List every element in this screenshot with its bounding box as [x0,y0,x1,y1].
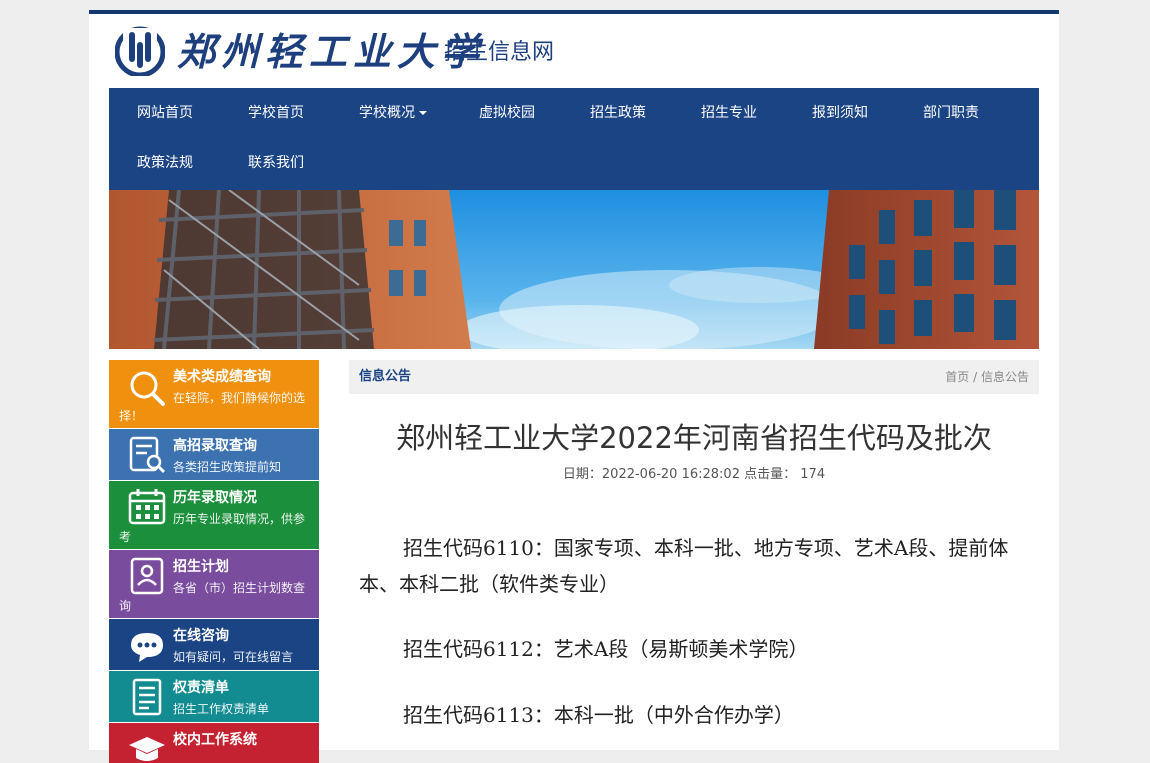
hit-count: 174 [800,467,826,482]
sidebar-item-title: 美术类成绩查询 [173,369,271,385]
sidebar-item-historical-admission[interactable]: 历年录取情况 历年专业录取情况，供参考 [109,481,319,549]
sidebar-item-desc: 如有疑问，可在线留言 [173,650,294,664]
sidebar-item-title: 校内工作系统 [173,732,257,748]
sidebar-item-desc: 历年专业录取情况，供参考 [119,512,306,544]
nav-item-school-overview[interactable]: 学校概况 [359,88,427,138]
nav-item-registration-notice[interactable]: 报到须知 [812,88,868,138]
site-subtitle: 招生信息网 [444,40,555,65]
page-container: 郑州轻工业大学 招生信息网 网站首页 学校首页 学校概况 虚拟校园 招生政策 招… [89,10,1059,763]
sidebar-item-responsibility-list[interactable]: 权责清单 招生工作权责清单 [109,671,319,722]
nav-item-policies-regulations[interactable]: 政策法规 [137,138,193,188]
chat-icon [131,633,163,662]
nav-item-virtual-campus[interactable]: 虚拟校园 [479,88,535,138]
graduation-cap-icon [129,737,165,761]
sidebar-item-admission-result-query[interactable]: 高招录取查询 各类招生政策提前知 [109,429,319,480]
breadcrumb-home-link[interactable]: 首页 [945,370,969,384]
list-icon [132,678,162,716]
hits-label: 点击量： [744,467,797,482]
sidebar-item-enrollment-plan[interactable]: 招生计划 各省（市）招生计划数查询 [109,550,319,618]
logo-script-text[interactable]: 郑州轻工业大学 [177,28,485,76]
breadcrumb-separator: / [969,370,981,384]
breadcrumb: 首页 / 信息公告 [945,360,1029,394]
sidebar-item-online-consult[interactable]: 在线咨询 如有疑问，可在线留言 [109,619,319,670]
sidebar-item-title: 在线咨询 [173,628,229,644]
document-search-icon [129,436,166,474]
article-paragraph: 招生代码6112：艺术A段（易斯顿美术学院） [403,637,809,661]
sidebar-item-title: 历年录取情况 [173,490,257,506]
article-date: 2022-06-20 16:28:02 [601,467,740,482]
sidebar-item-desc: 各类招生政策提前知 [173,460,282,474]
article-meta: 日期：2022-06-20 16:28:02 点击量： 174 [349,466,1039,484]
sidebar-item-art-score-query[interactable]: 美术类成绩查询 在轻院，我们静候你的选择！ [109,360,319,428]
section-header-bar: 信息公告 首页 / 信息公告 [349,360,1039,394]
site-header: 郑州轻工业大学 招生信息网 [109,14,1039,88]
breadcrumb-current[interactable]: 信息公告 [981,370,1029,384]
main-nav: 网站首页 学校首页 学校概况 虚拟校园 招生政策 招生专业 报到须知 部门职责 … [109,88,1039,190]
nav-item-department-duties[interactable]: 部门职责 [923,88,979,138]
section-title: 信息公告 [359,369,412,384]
date-label: 日期： [562,467,602,482]
sidebar-item-title: 权责清单 [173,680,229,696]
sidebar-item-desc: 各省（市）招生计划数查询 [119,581,306,613]
article-title: 郑州轻工业大学2022年河南省招生代码及批次 [396,421,992,455]
article-paragraph: 招生代码6110：国家专项、本科一批、地方专项、艺术A段、提前体本、本科二批（软… [359,536,1009,596]
nav-item-contact-us[interactable]: 联系我们 [248,138,304,188]
sidebar-item-title: 高招录取查询 [173,438,257,454]
article-paragraph: 招生代码6113：本科一批（中外合作办学） [403,703,794,727]
sidebar-item-campus-work-system[interactable]: 校内工作系统 [109,723,319,763]
nav-item-admission-policy[interactable]: 招生政策 [590,88,646,138]
sidebar-item-desc: 招生工作权责清单 [173,702,270,716]
sidebar-item-title: 招生计划 [173,559,229,575]
nav-item-school-home[interactable]: 学校首页 [248,88,304,138]
chevron-down-icon [419,111,427,115]
sidebar-item-desc: 在轻院，我们静候你的选择！ [119,391,306,423]
nav-item-site-home[interactable]: 网站首页 [137,88,193,138]
university-logo-icon[interactable] [115,26,165,76]
nav-item-majors[interactable]: 招生专业 [701,88,757,138]
campus-banner-image [109,190,1039,349]
